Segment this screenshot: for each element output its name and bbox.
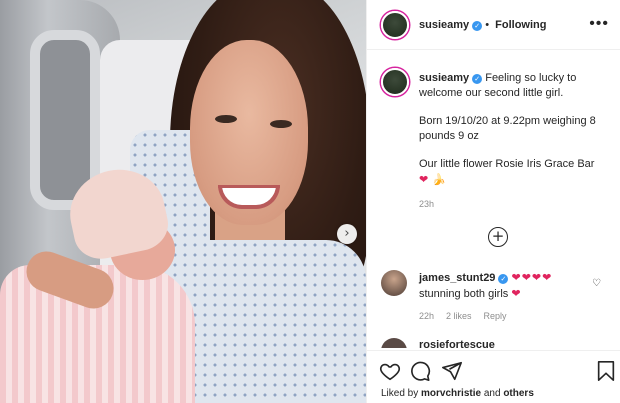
heart-icon[interactable] bbox=[379, 360, 401, 382]
author-username[interactable]: susieamy bbox=[419, 19, 469, 31]
heart-emoji: ❤ bbox=[419, 173, 430, 186]
comment-text: stunning both girls bbox=[419, 288, 509, 300]
comment-heart-emoji: ❤ bbox=[511, 287, 522, 300]
left-eye bbox=[215, 115, 237, 123]
following-button[interactable]: Following bbox=[495, 19, 546, 31]
bookmark-icon[interactable] bbox=[595, 360, 617, 382]
verified-icon: ✓ bbox=[472, 74, 483, 84]
caption-line-2: Born 19/10/20 at 9.22pm weighing 8 pound… bbox=[419, 115, 596, 142]
comment: rosiefortescue bbox=[381, 338, 611, 348]
post-header: susieamy ✓ • Following ••• bbox=[367, 0, 620, 50]
post-time[interactable]: 23h bbox=[419, 199, 434, 209]
comment-hearts: ❤❤❤❤ bbox=[511, 271, 553, 284]
post-photo[interactable]: › bbox=[0, 0, 366, 403]
commenter-avatar[interactable] bbox=[381, 338, 407, 348]
header-separator: • bbox=[485, 19, 490, 31]
post-side-panel: susieamy ✓ • Following ••• susieamy ✓ Feel… bbox=[366, 0, 620, 403]
liked-by-text: Liked by morvchristie and others bbox=[381, 388, 534, 399]
banana-emoji: 🍌 bbox=[432, 173, 446, 186]
caption-line-3: Our little flower Rosie Iris Grace Bar bbox=[419, 158, 595, 170]
verified-icon: ✓ bbox=[472, 21, 483, 31]
comment-time: 22h bbox=[419, 311, 435, 321]
comment-like-icon[interactable]: ♡ bbox=[592, 278, 601, 289]
comment-meta: 22h 2 likes Reply bbox=[419, 311, 519, 321]
reply-button[interactable]: Reply bbox=[484, 311, 507, 321]
load-more-comments-button[interactable]: + bbox=[488, 227, 508, 247]
caption-username[interactable]: susieamy bbox=[419, 72, 469, 84]
author-avatar[interactable] bbox=[381, 11, 409, 39]
liked-by-user[interactable]: morvchristie bbox=[421, 388, 481, 399]
comment-icon[interactable] bbox=[409, 360, 431, 382]
liked-by-others[interactable]: others bbox=[503, 388, 534, 399]
comment-likes[interactable]: 2 likes bbox=[446, 311, 472, 321]
commenter-avatar[interactable] bbox=[381, 270, 407, 296]
caption-avatar[interactable] bbox=[381, 68, 409, 96]
commenter-username[interactable]: james_stunt29 bbox=[419, 272, 495, 284]
commenter-username[interactable]: rosiefortescue bbox=[419, 339, 495, 348]
share-icon[interactable] bbox=[441, 360, 463, 382]
verified-icon: ✓ bbox=[498, 274, 509, 284]
post-actions: Liked by morvchristie and others bbox=[367, 350, 620, 403]
next-photo-button[interactable]: › bbox=[337, 224, 357, 244]
right-eye bbox=[270, 120, 292, 128]
more-icon[interactable]: ••• bbox=[589, 15, 609, 33]
